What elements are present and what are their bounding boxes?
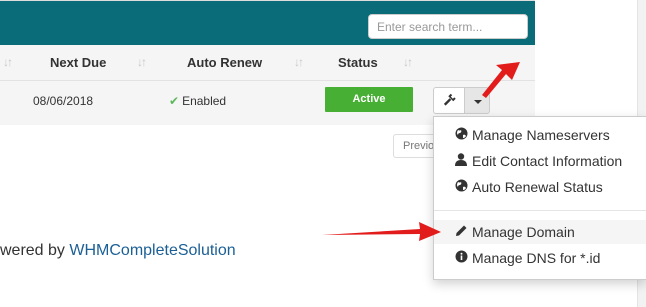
- menu-item-auto-renewal-status[interactable]: Auto Renewal Status: [434, 175, 646, 199]
- auto-renew-value: ✔ Enabled: [169, 81, 226, 125]
- column-header-auto-renew[interactable]: Auto Renew: [187, 45, 262, 80]
- sort-icon[interactable]: ↓↑: [3, 45, 13, 80]
- sort-icon[interactable]: ↓↑: [137, 45, 147, 80]
- menu-divider: [434, 210, 646, 211]
- globe-icon: [454, 176, 468, 200]
- powered-by-text: wered by: [0, 242, 70, 259]
- menu-item-edit-contact-information[interactable]: Edit Contact Information: [434, 149, 646, 173]
- domains-table-panel: ↓↑ Next Due ↓↑ Auto Renew ↓↑ Status ↓↑ 0…: [0, 0, 535, 125]
- menu-item-label: Edit Contact Information: [472, 153, 623, 169]
- page: ↓↑ Next Due ↓↑ Auto Renew ↓↑ Status ↓↑ 0…: [0, 0, 646, 307]
- manage-button[interactable]: [433, 87, 465, 114]
- menu-item-manage-nameservers[interactable]: Manage Nameservers: [434, 123, 646, 147]
- check-icon: ✔: [169, 94, 180, 108]
- sort-icon[interactable]: ↓↑: [294, 45, 304, 80]
- menu-item-manage-dns[interactable]: Manage DNS for *.id: [434, 246, 646, 270]
- whmcs-link[interactable]: WHMCompleteSolution: [69, 242, 235, 259]
- wrench-icon: [443, 93, 456, 106]
- sort-icon[interactable]: ↓↑: [403, 45, 413, 80]
- table-header-row: ↓↑ Next Due ↓↑ Auto Renew ↓↑ Status ↓↑: [0, 45, 535, 81]
- dropdown-toggle-button[interactable]: [464, 87, 490, 114]
- user-icon: [454, 150, 468, 174]
- column-header-next-due[interactable]: Next Due: [50, 45, 106, 80]
- column-header-status[interactable]: Status: [338, 45, 378, 80]
- pencil-icon: [454, 221, 468, 245]
- caret-down-icon: [474, 100, 482, 104]
- auto-renew-label: Enabled: [182, 94, 227, 108]
- status-badge: Active: [325, 87, 413, 112]
- domain-actions-menu: Manage Nameservers Edit Contact Informat…: [433, 116, 646, 280]
- arrow-icon: [322, 222, 441, 241]
- menu-item-label: Auto Renewal Status: [472, 179, 603, 195]
- next-due-date: 08/06/2018: [33, 94, 94, 108]
- menu-item-label: Manage DNS for *.id: [472, 250, 601, 266]
- menu-item-label: Manage Domain: [472, 224, 575, 240]
- search-input[interactable]: [368, 14, 528, 39]
- globe-icon: [454, 124, 468, 148]
- info-circle-icon: [454, 247, 468, 271]
- menu-item-label: Manage Nameservers: [472, 127, 610, 143]
- menu-item-manage-domain[interactable]: Manage Domain: [434, 220, 646, 244]
- powered-by-footer: wered by WHMCompleteSolution: [0, 242, 236, 260]
- table-toolbar: [0, 1, 535, 45]
